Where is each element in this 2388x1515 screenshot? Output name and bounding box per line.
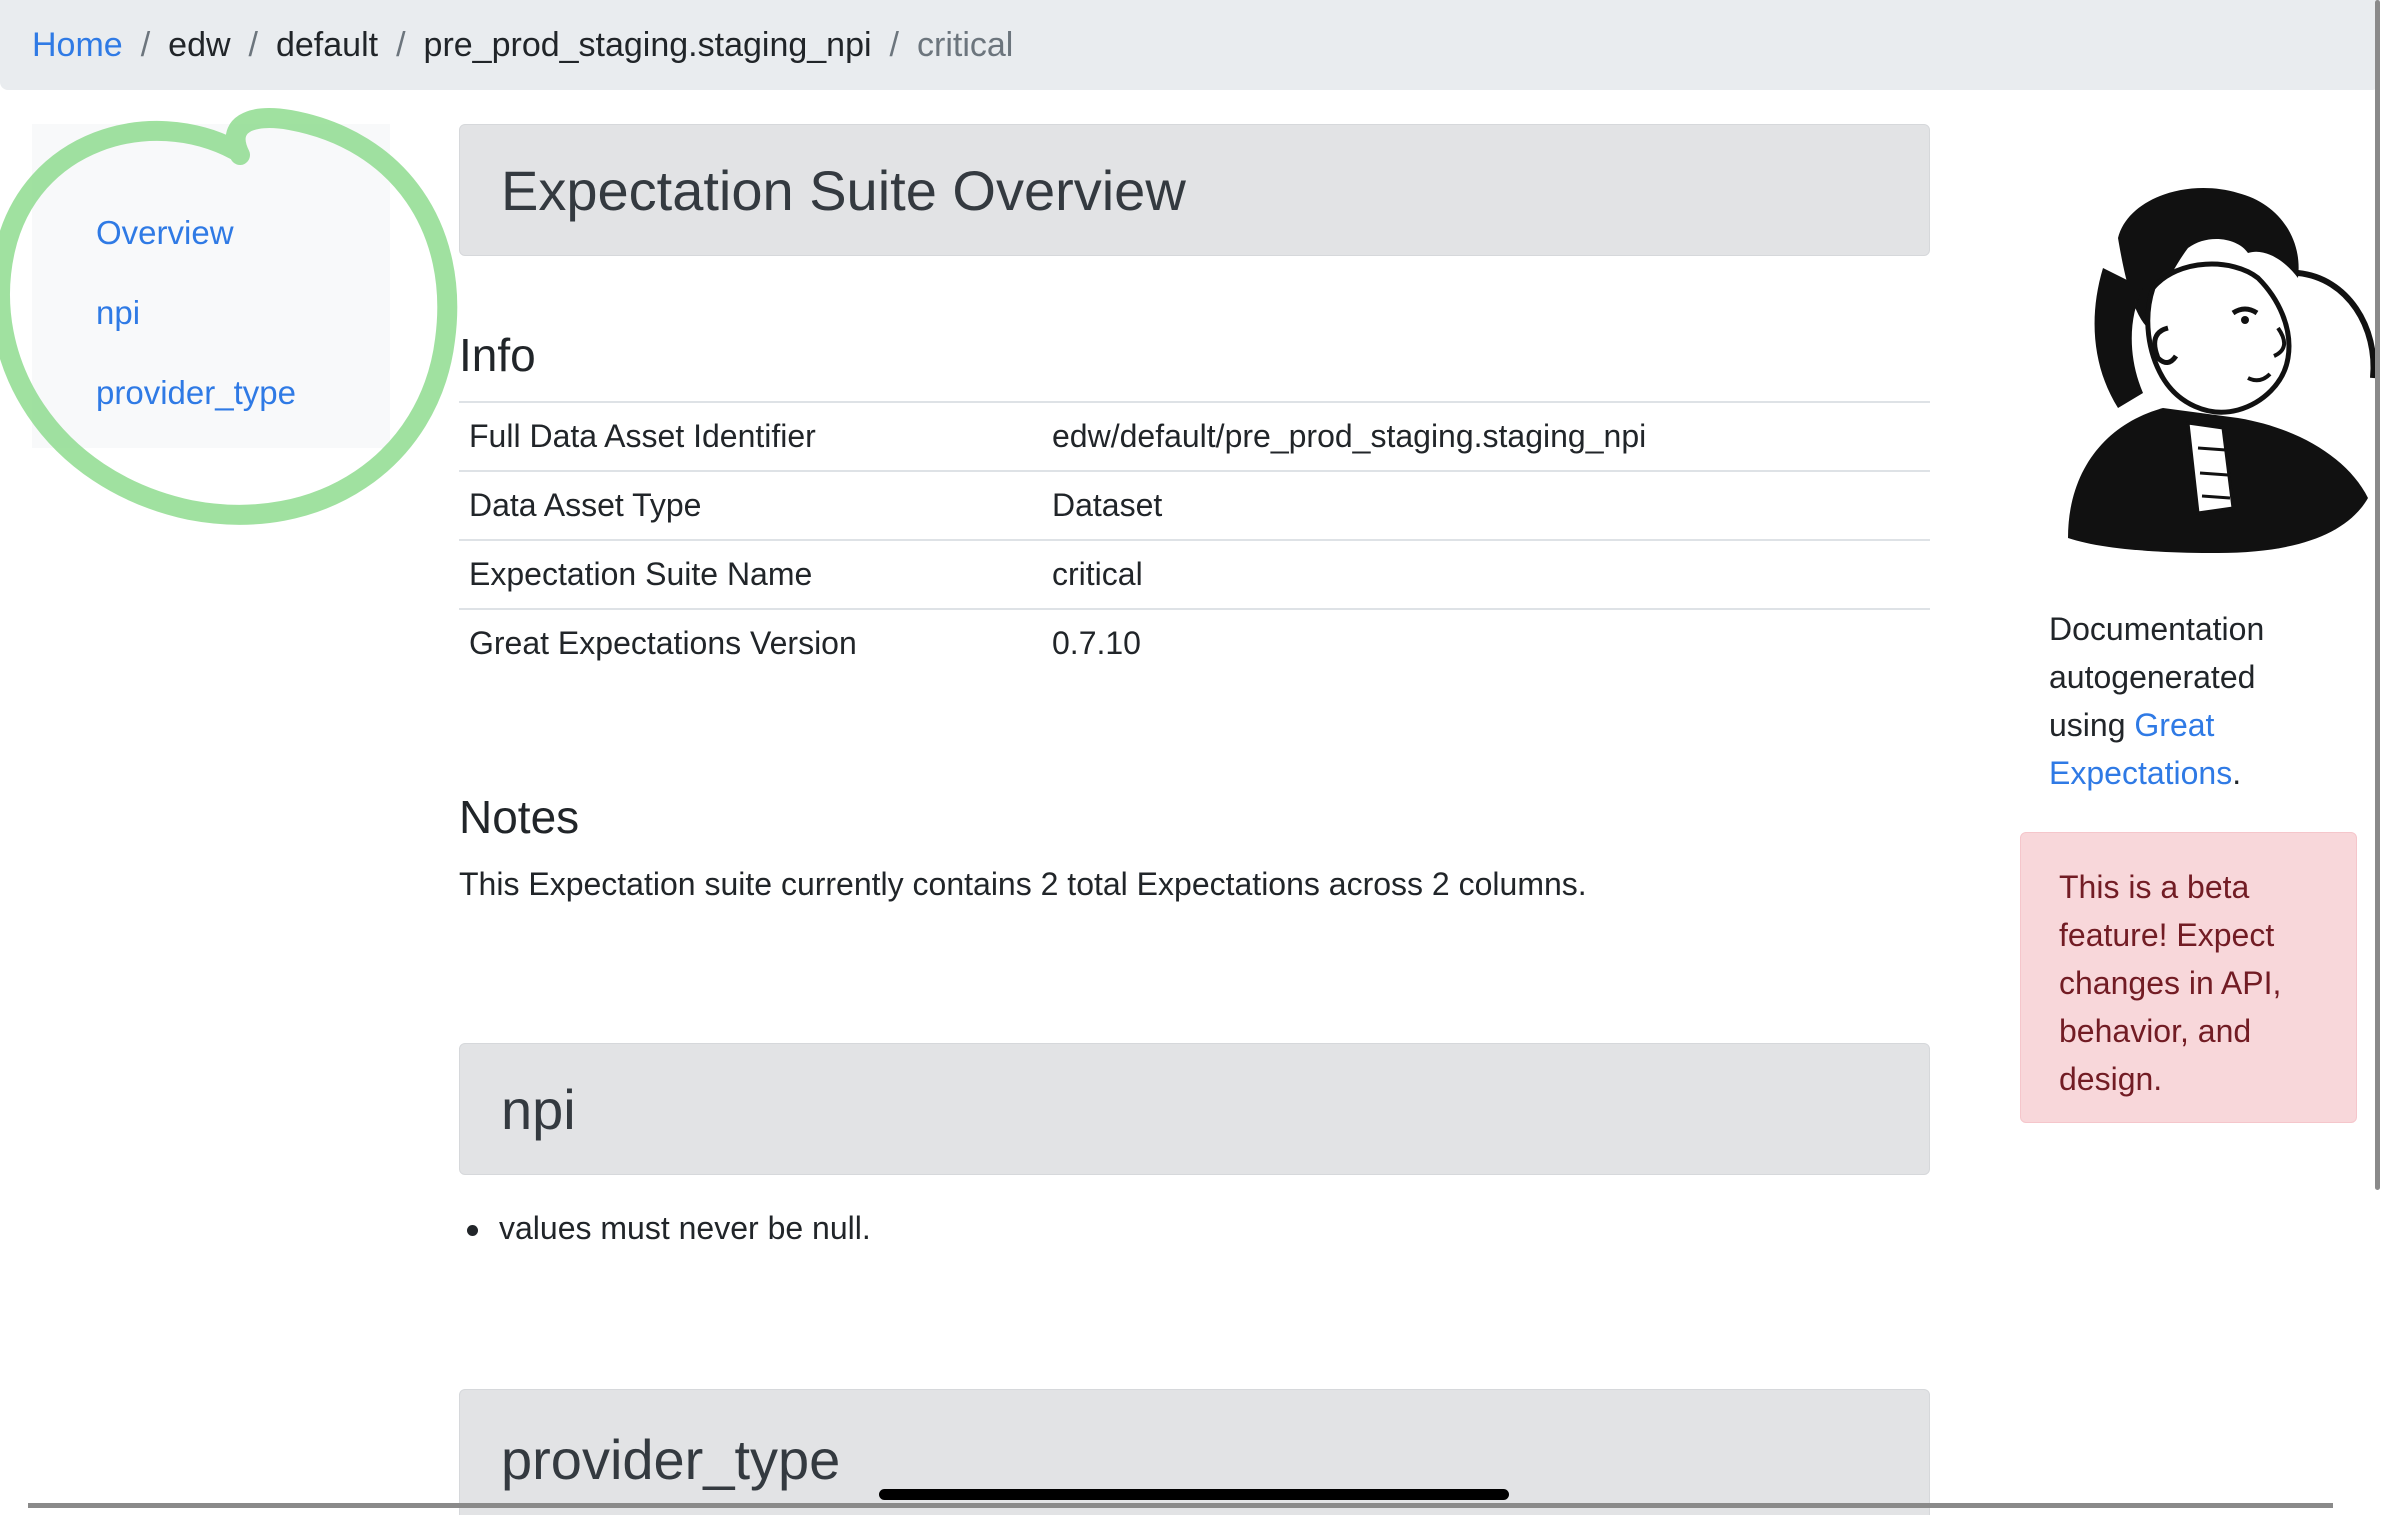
info-label: Expectation Suite Name [459, 539, 1042, 609]
info-table: Full Data Asset Identifier edw/default/p… [459, 401, 1930, 677]
beta-alert: This is a beta feature! Expect changes i… [2020, 832, 2357, 1123]
great-expectations-mascot-icon [2068, 188, 2377, 553]
breadcrumb: Home / edw / default / pre_prod_staging.… [0, 0, 2380, 90]
vertical-scrollbar[interactable] [2375, 0, 2380, 1190]
info-label: Data Asset Type [459, 470, 1042, 540]
breadcrumb-separator: / [889, 25, 899, 64]
documentation-note: Documentation autogenerated using Great … [2049, 605, 2319, 797]
page: Home / edw / default / pre_prod_staging.… [0, 0, 2388, 1515]
table-row: Data Asset Type Dataset [459, 470, 1930, 540]
info-value: edw/default/pre_prod_staging.staging_npi [1042, 401, 1930, 471]
expectation-list: values must never be null. [459, 1210, 871, 1247]
info-value: critical [1042, 539, 1930, 609]
info-value: 0.7.10 [1042, 608, 1930, 677]
home-indicator[interactable] [879, 1489, 1509, 1500]
list-item: values must never be null. [459, 1210, 871, 1247]
notes-text: This Expectation suite currently contain… [459, 866, 1587, 902]
breadcrumb-item-default[interactable]: default [276, 26, 378, 65]
sidebar-item-provider-type[interactable]: provider_type [96, 374, 296, 412]
info-value: Dataset [1042, 470, 1930, 540]
sidebar-item-npi[interactable]: npi [96, 294, 140, 332]
info-heading: Info [459, 329, 536, 381]
table-row: Expectation Suite Name critical [459, 539, 1930, 609]
notes-heading: Notes [459, 791, 580, 843]
breadcrumb-item-current: critical [917, 25, 1014, 64]
documentation-suffix: . [2232, 755, 2242, 791]
sidebar-nav: Overview npi provider_type [32, 124, 390, 448]
breadcrumb-item-asset[interactable]: pre_prod_staging.staging_npi [424, 26, 872, 65]
table-row: Full Data Asset Identifier edw/default/p… [459, 401, 1930, 471]
info-label: Great Expectations Version [459, 608, 1042, 677]
breadcrumb-separator: / [140, 25, 151, 64]
page-title: Expectation Suite Overview [459, 124, 1930, 256]
breadcrumb-home-link[interactable]: Home [32, 26, 123, 65]
breadcrumb-separator: / [396, 25, 406, 64]
breadcrumb-separator: / [248, 25, 258, 64]
table-row: Great Expectations Version 0.7.10 [459, 608, 1930, 677]
info-label: Full Data Asset Identifier [459, 401, 1042, 471]
horizontal-scrollbar[interactable] [28, 1503, 2333, 1508]
sidebar-item-overview[interactable]: Overview [96, 214, 234, 252]
column-section-npi: npi [459, 1043, 1930, 1175]
breadcrumb-item-edw[interactable]: edw [168, 26, 230, 65]
